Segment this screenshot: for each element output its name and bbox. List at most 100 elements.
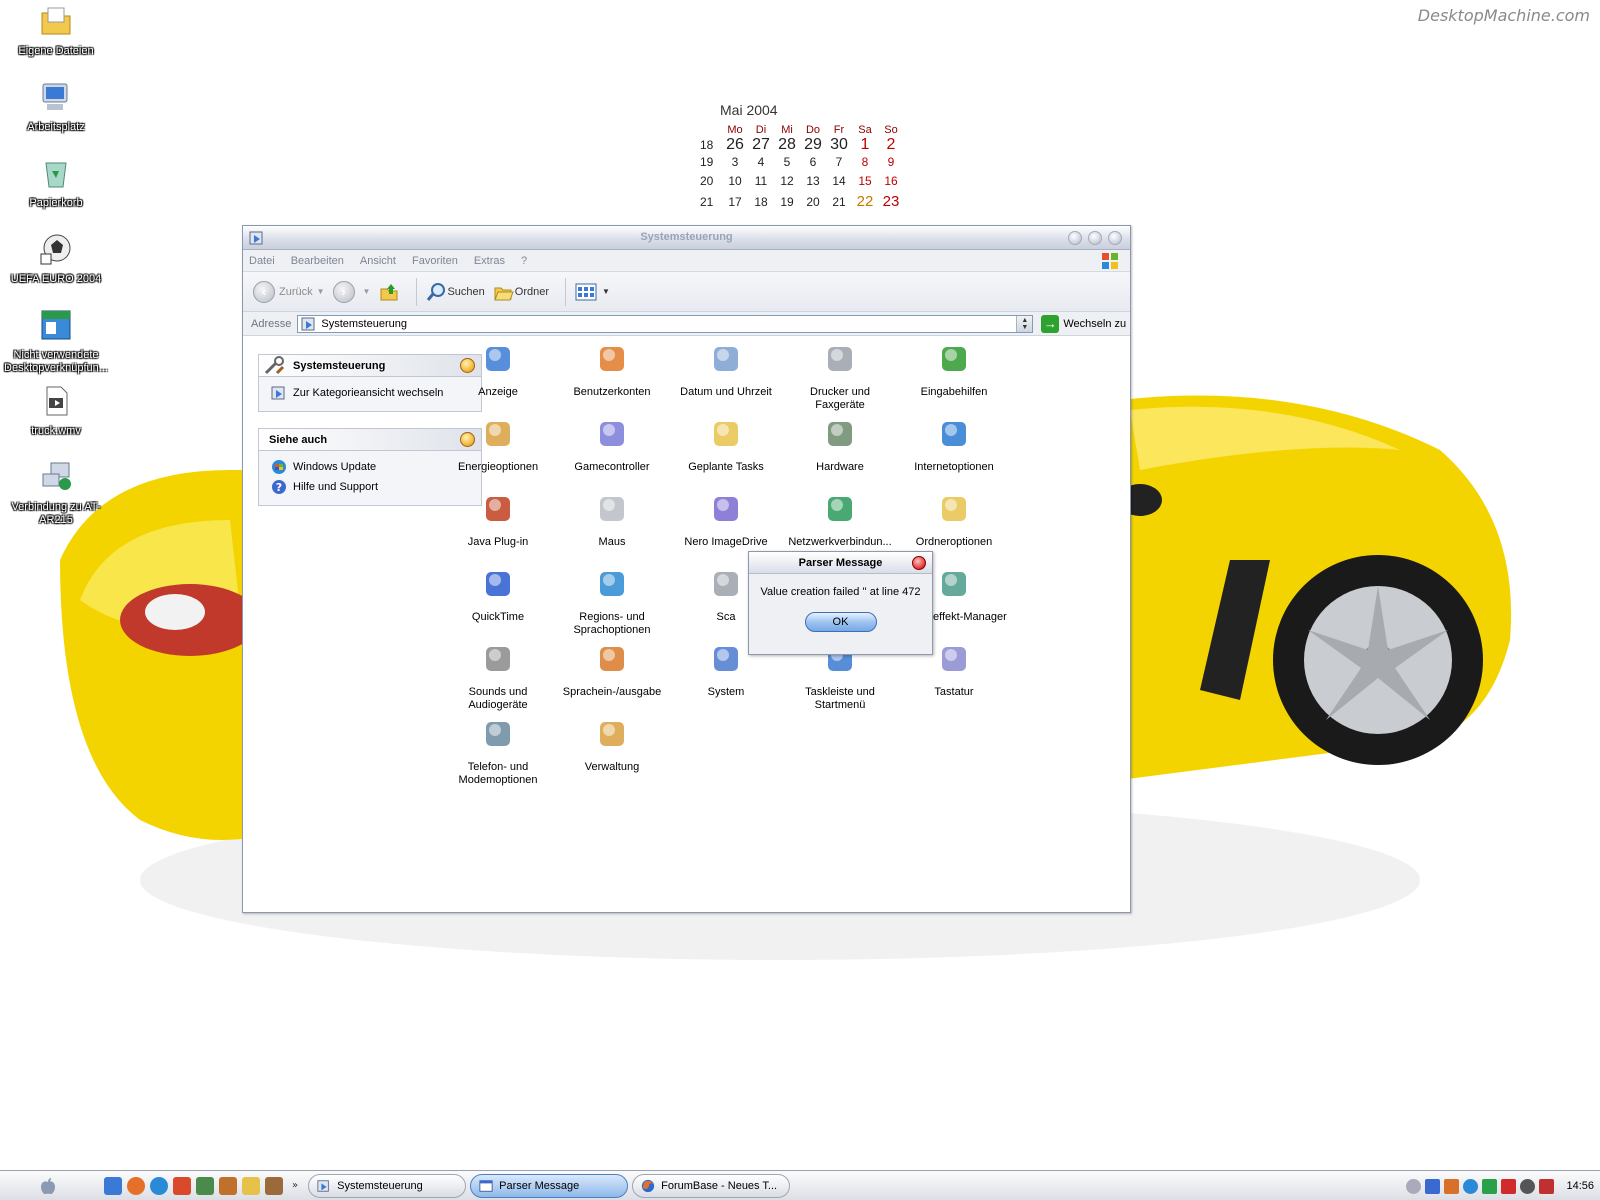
menu-favoriten[interactable]: Favoriten	[412, 255, 458, 267]
dialog-close-icon[interactable]	[912, 556, 926, 570]
desktop-icon-eigene-dateien[interactable]: Eigene Dateien	[4, 4, 108, 58]
control-panel-item[interactable]: Regions- und Sprachoptionen	[556, 567, 668, 637]
control-panel-item-label: Tastatur	[934, 686, 974, 698]
control-panel-item[interactable]: Netzwerkverbindun...	[784, 492, 896, 549]
tray-volume-icon[interactable]	[1520, 1178, 1536, 1194]
menu-extras[interactable]: Extras	[474, 255, 505, 267]
control-panel-item[interactable]: Geplante Tasks	[670, 417, 782, 474]
quicklaunch-firefox-icon[interactable]	[127, 1176, 145, 1195]
views-button[interactable]: ▼	[574, 281, 610, 303]
tray-update-icon[interactable]	[1463, 1178, 1479, 1194]
quicklaunch-app-icon[interactable]	[265, 1176, 283, 1195]
control-panel-item[interactable]: Hardware	[784, 417, 896, 474]
go-button[interactable]: → Wechseln zu	[1041, 314, 1126, 333]
calendar-day: 15	[858, 174, 872, 188]
apple-start-icon[interactable]	[38, 1176, 58, 1196]
control-panel-item-label: Geplante Tasks	[688, 461, 764, 473]
menu-ansicht[interactable]: Ansicht	[360, 255, 396, 267]
quicklaunch-calendar-icon[interactable]	[196, 1176, 214, 1195]
address-dropdown-icon[interactable]: ▲ ▼	[1016, 315, 1033, 332]
tray-play-icon[interactable]	[1482, 1178, 1498, 1194]
firefox-icon	[642, 1179, 655, 1192]
desktop-icon-arbeitsplatz[interactable]: Arbeitsplatz	[4, 80, 108, 134]
calendar-day: 17	[728, 195, 742, 209]
minimize-button[interactable]	[1068, 231, 1082, 245]
desktop-icon-label: Eigene Dateien	[18, 45, 94, 57]
scheduled-tasks-icon	[714, 422, 738, 446]
quicklaunch-folder-icon[interactable]	[242, 1176, 260, 1195]
control-panel-item[interactable]: Sprachein-/ausgabe	[556, 642, 668, 699]
desktop-icon-verbindung[interactable]: Verbindung zu AT-AR215	[4, 460, 108, 527]
tray-ati-icon[interactable]	[1501, 1178, 1517, 1194]
control-panel-item[interactable]: Verwaltung	[556, 717, 668, 774]
control-panel-item[interactable]: Gamecontroller	[556, 417, 668, 474]
calendar-week: 18 26 27 28 29 30 1 2	[700, 136, 910, 155]
menu-datei[interactable]: Datei	[249, 255, 275, 267]
quicklaunch-desktop-icon[interactable]	[104, 1176, 122, 1195]
control-panel-item[interactable]: Telefon- und Modemoptionen	[442, 717, 554, 787]
maximize-button[interactable]	[1088, 231, 1102, 245]
quicklaunch-more[interactable]: »	[292, 1180, 298, 1191]
dialog-title[interactable]: Parser Message	[749, 552, 932, 574]
tray-security-icon[interactable]	[1539, 1178, 1555, 1194]
tray-firefox-icon[interactable]	[1444, 1178, 1460, 1194]
control-panel-item[interactable]: Benutzerkonten	[556, 342, 668, 399]
desktop-icon-papierkorb[interactable]: Papierkorb	[4, 156, 108, 210]
control-panel-item[interactable]: Eingabehilfen	[898, 342, 1010, 399]
control-panel-item[interactable]: Energieoptionen	[442, 417, 554, 474]
tray-media-icon[interactable]	[1406, 1178, 1422, 1194]
search-button[interactable]: Suchen	[425, 281, 485, 303]
desktop-icon-truck-wmv[interactable]: truck.wmv	[4, 384, 108, 438]
weekday: Do	[805, 124, 821, 136]
control-panel-item[interactable]: Drucker und Faxgeräte	[784, 342, 896, 412]
taskbar-button-forumbase[interactable]: ForumBase - Neues T...	[632, 1173, 791, 1198]
unused-shortcuts-icon	[41, 310, 71, 340]
desktop-icon-label: Nicht verwendete Desktopverknüpfun...	[4, 349, 108, 374]
clock-icon	[714, 347, 738, 371]
ok-button[interactable]: OK	[804, 612, 877, 632]
quicklaunch-ie-icon[interactable]	[150, 1176, 168, 1195]
control-panel-item[interactable]: Maus	[556, 492, 668, 549]
java-icon	[486, 497, 510, 521]
calendar-week: 21 17 18 19 20 21 22 23	[700, 193, 910, 212]
control-panel-item[interactable]: Datum und Uhrzeit	[670, 342, 782, 399]
windows-logo-icon	[1102, 253, 1118, 269]
chevron-down-icon: ▼	[316, 287, 325, 296]
user-accounts-icon	[600, 347, 624, 371]
menu-bearbeiten[interactable]: Bearbeiten	[291, 255, 344, 267]
control-panel-item[interactable]: Java Plug-in	[442, 492, 554, 549]
search-label: Suchen	[447, 285, 485, 298]
taskbar-button-systemsteuerung[interactable]: Systemsteuerung	[308, 1173, 467, 1198]
menu-help[interactable]: ?	[521, 255, 527, 267]
calendar-day: 5	[783, 155, 791, 169]
desktop-icon-unused-shortcuts[interactable]: Nicht verwendete Desktopverknüpfun...	[4, 308, 108, 375]
close-button[interactable]	[1108, 231, 1122, 245]
desktop-icon-uefa-euro-2004[interactable]: UEFA EURO 2004	[4, 232, 108, 286]
control-panel-item[interactable]: QuickTime	[442, 567, 554, 624]
control-panel-item[interactable]: Anzeige	[442, 342, 554, 399]
calendar-day: 27	[752, 136, 770, 153]
forward-button[interactable]: › ▼	[332, 280, 370, 303]
control-panel-item[interactable]: Sounds und Audiogeräte	[442, 642, 554, 712]
views-icon	[575, 283, 597, 300]
back-button[interactable]: ‹ Zurück ▼	[253, 280, 325, 303]
control-panel-item[interactable]: Ordneroptionen	[898, 492, 1010, 549]
printer-icon	[828, 347, 852, 371]
window-titlebar[interactable]: Systemsteuerung	[243, 226, 1130, 250]
control-panel-item-label: System	[707, 686, 745, 698]
control-panel-item[interactable]: Internetoptionen	[898, 417, 1010, 474]
calendar-day: 29	[804, 136, 822, 153]
folders-button[interactable]: Ordner	[493, 281, 549, 303]
week-number: 21	[700, 195, 714, 209]
address-input[interactable]: Systemsteuerung ▲ ▼	[297, 314, 1034, 333]
gamepad-icon	[600, 422, 624, 446]
quicklaunch-mail-icon[interactable]	[173, 1176, 191, 1195]
control-panel-item-label: Eingabehilfen	[920, 386, 988, 398]
control-panel-item-label: Ordneroptionen	[915, 536, 993, 548]
tray-network-icon[interactable]	[1425, 1178, 1441, 1194]
quicklaunch-tool-icon[interactable]	[219, 1176, 237, 1195]
calendar-day: 7	[835, 155, 843, 169]
up-folder-button[interactable]	[378, 281, 400, 303]
control-panel-item[interactable]: Nero ImageDrive	[670, 492, 782, 549]
taskbar-button-parser-message[interactable]: Parser Message	[470, 1173, 629, 1198]
